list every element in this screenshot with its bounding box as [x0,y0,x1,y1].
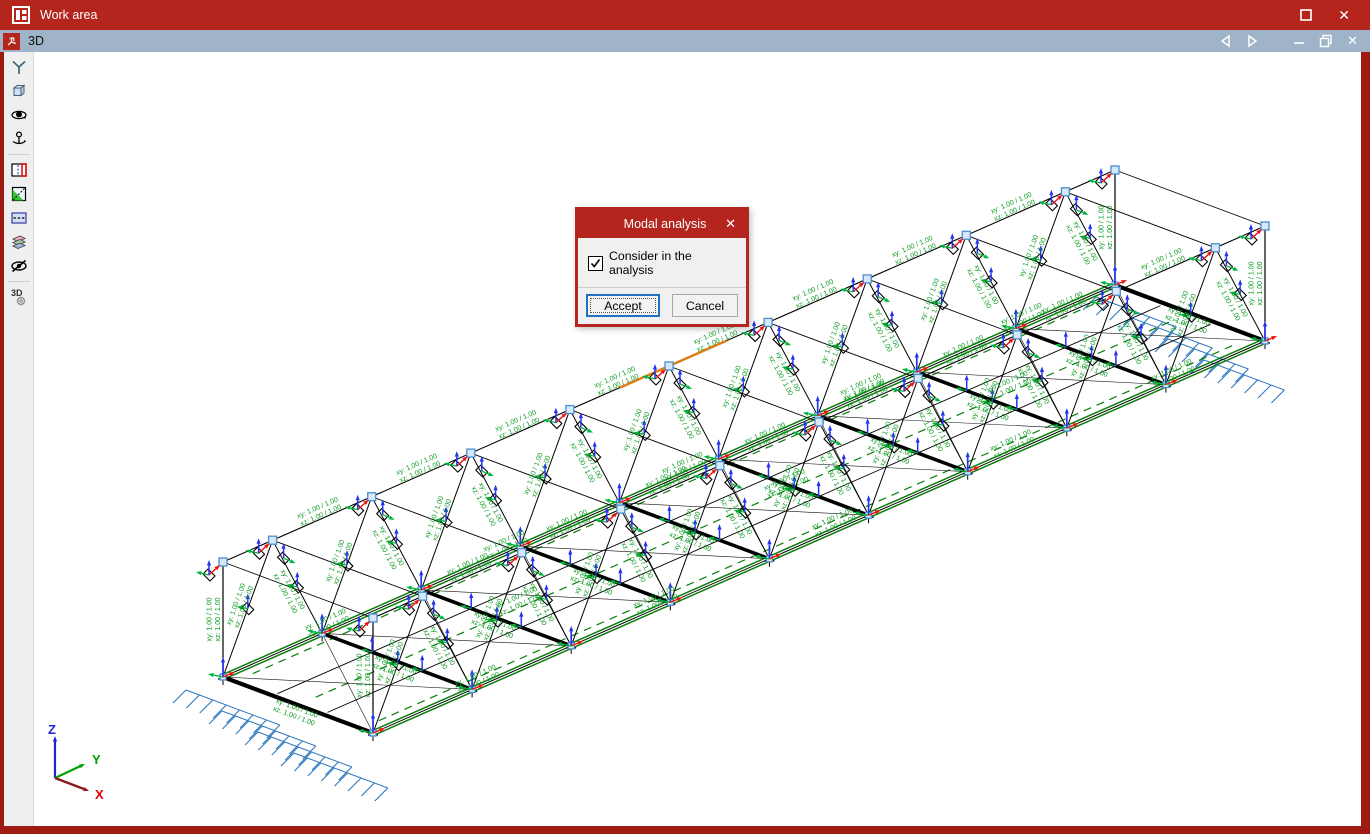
dialog-title: Modal analysis [623,217,707,231]
svg-text:Y: Y [92,752,101,767]
rotate-orbit-icon[interactable] [6,127,32,151]
svg-text:xy: 1.00 / 1.00: xy: 1.00 / 1.00 [1249,261,1256,305]
window-bottom-border [0,826,1370,834]
svg-text:X: X [95,787,104,802]
section-plane-icon[interactable] [6,206,32,230]
application-window: Work area ✕ 3D ✕ 3D xy: 1.00 / 1.00 xz: … [0,0,1370,834]
dialog-title-bar[interactable]: Modal analysis ✕ [578,210,746,238]
accept-button[interactable]: Accept [586,294,660,317]
svg-text:xy: 1.00 / 1.00: xy: 1.00 / 1.00 [1099,205,1106,249]
maximize-button[interactable] [1300,9,1313,21]
prev-view-icon[interactable] [1219,34,1232,48]
left-toolbar: 3D [4,52,34,826]
svg-text:xz: 1.00 / 1.00: xz: 1.00 / 1.00 [1257,261,1264,305]
layers-icon[interactable] [6,230,32,254]
modal-analysis-dialog: Modal analysis ✕ Consider in the analysi… [575,207,749,327]
axis-triad: Z Y X [48,722,104,802]
toolbar-separator [7,154,30,155]
view-tab-bar: 3D ✕ [0,30,1370,52]
dialog-close-button[interactable]: ✕ [725,210,736,238]
plane-selection-icon[interactable] [6,182,32,206]
hide-elements-icon[interactable] [6,254,32,278]
work-plane-icon[interactable] [6,158,32,182]
consider-analysis-checkbox[interactable] [588,255,603,271]
svg-text:xz: 1.00 / 1.00: xz: 1.00 / 1.00 [215,597,222,641]
svg-text:xz: 1.00 / 1.00: xz: 1.00 / 1.00 [1107,205,1114,249]
cube-3d-view-icon[interactable] [6,79,32,103]
tab-label-3d[interactable]: 3D [28,34,44,48]
svg-text:3D: 3D [11,288,23,298]
structure-3d-view[interactable]: xy: 1.00 / 1.00xz: 1.00 / 1.00 xy: 1.00 /… [34,52,1361,826]
title-bar: Work area ✕ [0,0,1370,30]
cancel-button[interactable]: Cancel [672,294,738,317]
drawing-canvas: xy: 1.00 / 1.00 xz: 1.00 / 1.00 xy: 1.00 /… [34,52,1361,826]
close-button[interactable]: ✕ [1338,7,1350,24]
svg-text:xz: 1.00 / 1.00: xz: 1.00 / 1.00 [365,653,372,697]
orbit-eye-icon[interactable] [6,103,32,127]
next-view-icon[interactable] [1246,34,1259,48]
work-area-icon [12,6,30,24]
consider-analysis-option[interactable]: Consider in the analysis [588,249,736,277]
close-icon[interactable]: ✕ [1347,33,1358,49]
view-axes-icon[interactable] [6,55,32,79]
svg-text:xy: 1.00 / 1.00: xy: 1.00 / 1.00 [357,653,364,697]
restore-icon[interactable] [1319,34,1333,48]
svg-text:xy: 1.00 / 1.00: xy: 1.00 / 1.00 [207,597,214,641]
window-title: Work area [40,8,98,22]
window-right-border [1361,52,1370,826]
minimize-icon[interactable] [1293,35,1305,47]
toolbar-separator [7,281,30,282]
3d-model-icon [3,32,20,50]
checkbox-label: Consider in the analysis [609,249,692,277]
svg-text:Z: Z [48,722,56,737]
3d-settings-icon[interactable]: 3D [6,285,32,309]
